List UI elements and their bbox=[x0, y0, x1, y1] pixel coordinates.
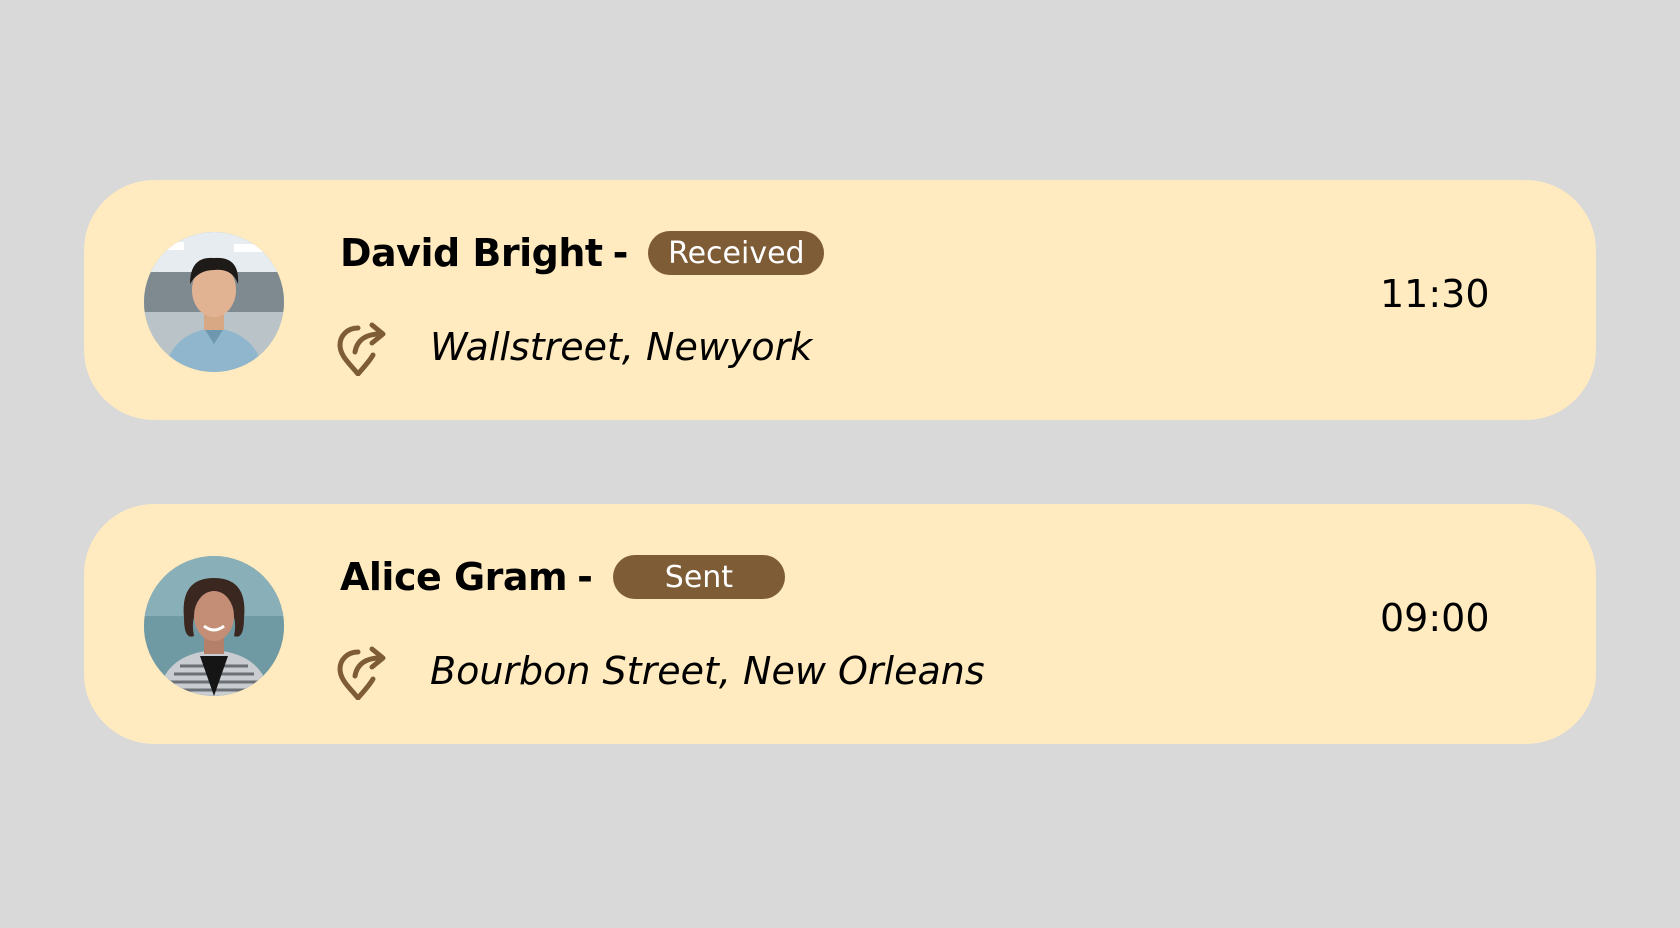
status-badge: Sent bbox=[612, 555, 785, 599]
contact-name: David Bright bbox=[340, 231, 603, 275]
location-row: Bourbon Street, New Orleans bbox=[336, 642, 985, 700]
name-separator: - bbox=[577, 555, 593, 599]
name-row: David Bright - Received bbox=[340, 230, 825, 276]
address: Wallstreet, Newyork bbox=[430, 325, 813, 369]
name-separator: - bbox=[612, 231, 629, 275]
message-card[interactable]: Alice Gram - Sent Bourbon Street, New Or… bbox=[84, 504, 1596, 744]
status-badge: Received bbox=[648, 231, 825, 275]
location-share-icon[interactable] bbox=[336, 642, 390, 700]
address: Bourbon Street, New Orleans bbox=[430, 649, 985, 693]
name-row: Alice Gram - Sent bbox=[340, 554, 785, 600]
avatar bbox=[144, 556, 284, 696]
time: 09:00 bbox=[1380, 596, 1490, 640]
location-row: Wallstreet, Newyork bbox=[336, 318, 812, 376]
message-card[interactable]: David Bright - Received Wallstreet, Newy… bbox=[84, 180, 1596, 420]
avatar bbox=[144, 232, 284, 372]
location-share-icon[interactable] bbox=[336, 318, 390, 376]
contact-name: Alice Gram bbox=[340, 555, 568, 599]
time: 11:30 bbox=[1380, 272, 1490, 316]
